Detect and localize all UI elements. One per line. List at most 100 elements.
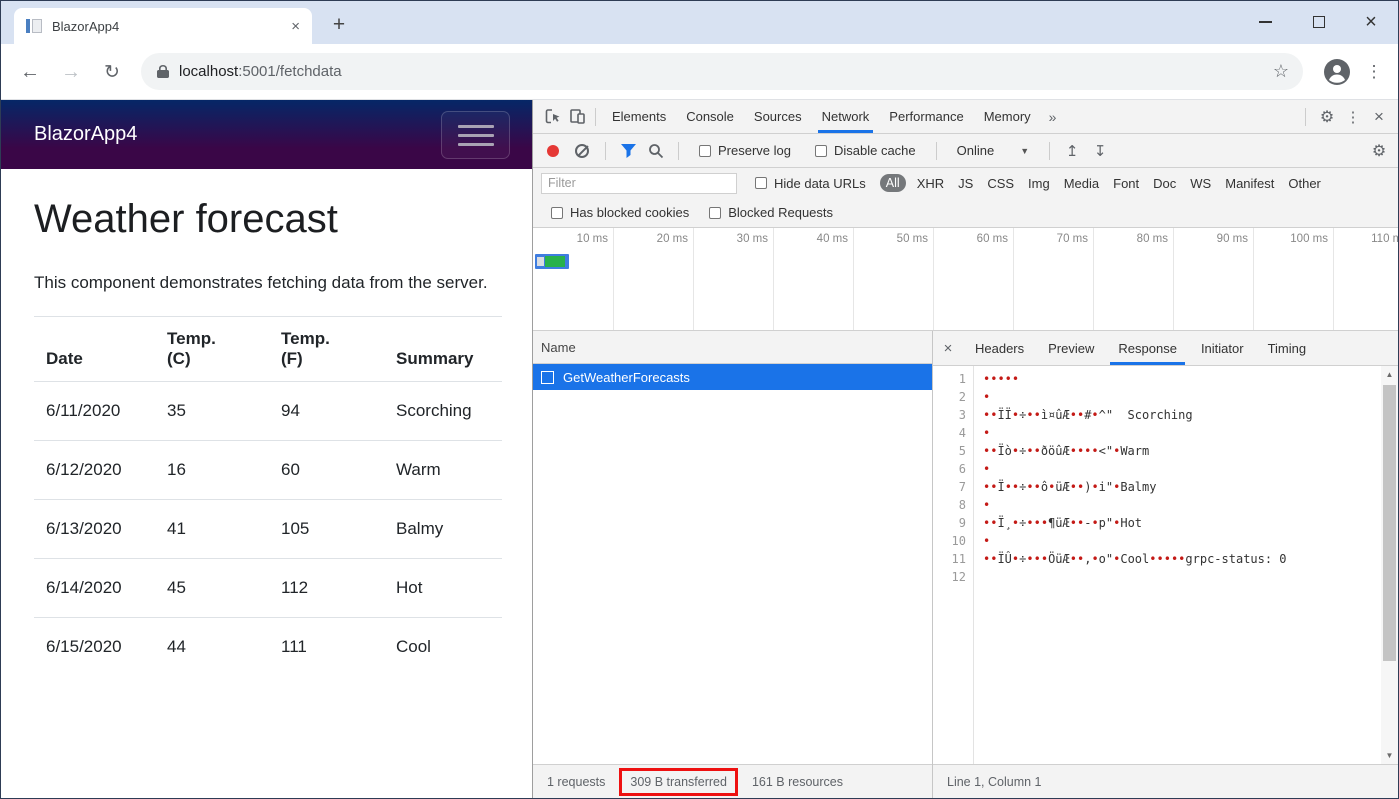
- back-button[interactable]: ←: [15, 57, 45, 87]
- import-har-icon[interactable]: ↥: [1060, 142, 1084, 160]
- checkbox-icon[interactable]: [755, 177, 767, 189]
- checkbox-icon[interactable]: [699, 145, 711, 157]
- clear-icon[interactable]: [575, 144, 589, 158]
- devtools-close-icon[interactable]: ×: [1368, 107, 1390, 127]
- filter-funnel-icon[interactable]: [616, 144, 640, 158]
- response-line: ••ÏÏ•÷••ì¤ûÆ••#•^" Scorching: [983, 406, 1381, 424]
- network-settings-icon[interactable]: ⚙: [1368, 141, 1390, 161]
- more-tabs-button[interactable]: »: [1041, 100, 1065, 133]
- browser-window: BlazorApp4 × + × ← → ↻ localhost:5001/fe…: [0, 0, 1399, 799]
- reload-button[interactable]: ↻: [97, 57, 127, 87]
- window-close-button[interactable]: ×: [1356, 9, 1386, 35]
- binary-byte-marker: •••: [1026, 516, 1048, 530]
- checkbox-icon[interactable]: [551, 207, 563, 219]
- line-number: 12: [933, 568, 973, 586]
- inspect-element-icon[interactable]: [541, 108, 565, 125]
- browser-toolbar: ← → ↻ localhost:5001/fetchdata ☆ ⋮: [1, 44, 1398, 100]
- blocked-requests-toggle[interactable]: Blocked Requests: [709, 205, 833, 220]
- devtools-tab-performance[interactable]: Performance: [879, 100, 973, 133]
- scrollbar-thumb[interactable]: [1383, 385, 1396, 661]
- browser-tab[interactable]: BlazorApp4 ×: [14, 8, 312, 44]
- response-tab-response[interactable]: Response: [1106, 331, 1189, 365]
- response-scrollbar[interactable]: ▲ ▼: [1381, 366, 1398, 764]
- filter-type-media[interactable]: Media: [1057, 176, 1106, 191]
- response-text: ðöûÆ: [1041, 444, 1070, 458]
- line-number: 11: [933, 550, 973, 568]
- binary-byte-marker: •••••: [1149, 552, 1185, 566]
- response-tab-headers[interactable]: Headers: [963, 331, 1036, 365]
- response-tab-initiator[interactable]: Initiator: [1189, 331, 1256, 365]
- scroll-up-icon[interactable]: ▲: [1381, 366, 1398, 383]
- response-tab-preview[interactable]: Preview: [1036, 331, 1106, 365]
- filter-type-other[interactable]: Other: [1281, 176, 1328, 191]
- window-maximize-button[interactable]: [1304, 9, 1334, 35]
- browser-menu-icon[interactable]: ⋮: [1364, 58, 1384, 86]
- checkbox-icon[interactable]: [709, 207, 721, 219]
- close-detail-icon[interactable]: ×: [933, 340, 963, 357]
- filter-type-ws[interactable]: WS: [1183, 176, 1218, 191]
- new-tab-button[interactable]: +: [325, 11, 353, 39]
- request-row[interactable]: GetWeatherForecasts: [533, 364, 932, 390]
- line-number: 7: [933, 478, 973, 496]
- table-cell: Warm: [384, 441, 502, 500]
- binary-byte-marker: ••: [983, 444, 997, 458]
- hide-data-urls-toggle[interactable]: Hide data URLs: [755, 176, 866, 191]
- filter-type-font[interactable]: Font: [1106, 176, 1146, 191]
- response-tabbar: × HeadersPreviewResponseInitiatorTiming: [933, 331, 1398, 366]
- throttling-dropdown[interactable]: Online ▼: [957, 143, 1030, 158]
- filter-type-xhr[interactable]: XHR: [910, 176, 951, 191]
- address-bar[interactable]: localhost:5001/fetchdata ☆: [141, 53, 1303, 90]
- export-har-icon[interactable]: ↧: [1088, 142, 1112, 160]
- binary-byte-marker: ••••: [1070, 444, 1099, 458]
- timeline-gridline: [1333, 228, 1334, 330]
- window-minimize-button[interactable]: [1250, 9, 1280, 35]
- filter-type-all[interactable]: All: [880, 174, 906, 192]
- devtools-tab-network[interactable]: Network: [812, 100, 880, 133]
- scroll-down-icon[interactable]: ▼: [1381, 747, 1398, 764]
- table-row: 6/13/202041105Balmy: [34, 500, 502, 559]
- line-number: 5: [933, 442, 973, 460]
- browser-titlebar: BlazorApp4 × + ×: [1, 1, 1398, 44]
- devtools-tab-console[interactable]: Console: [676, 100, 744, 133]
- binary-byte-marker: •: [983, 462, 990, 476]
- response-tab-timing[interactable]: Timing: [1256, 331, 1319, 365]
- record-button[interactable]: [547, 145, 559, 157]
- filter-type-doc[interactable]: Doc: [1146, 176, 1183, 191]
- devtools-tab-elements[interactable]: Elements: [602, 100, 676, 133]
- disable-cache-toggle[interactable]: Disable cache: [815, 143, 916, 158]
- filter-input[interactable]: [541, 173, 737, 194]
- timeline-label: 80 ms: [1098, 233, 1168, 245]
- network-overview-timeline[interactable]: 10 ms20 ms30 ms40 ms50 ms60 ms70 ms80 ms…: [533, 228, 1398, 331]
- table-cell: Scorching: [384, 382, 502, 441]
- devtools-tab-sources[interactable]: Sources: [744, 100, 812, 133]
- navbar-toggler-button[interactable]: [441, 111, 510, 159]
- filter-type-js[interactable]: JS: [951, 176, 980, 191]
- response-text: ì¤ûÆ: [1041, 408, 1070, 422]
- response-text: Balmy: [1120, 480, 1156, 494]
- url-text[interactable]: localhost:5001/fetchdata: [179, 63, 1273, 80]
- response-body[interactable]: 123456789101112 ••••••••ÏÏ•÷••ì¤ûÆ••#•^"…: [933, 366, 1381, 764]
- tab-close-icon[interactable]: ×: [291, 18, 300, 35]
- binary-byte-marker: ••: [1070, 480, 1084, 494]
- profile-avatar[interactable]: [1324, 59, 1350, 85]
- divider: [1305, 108, 1306, 126]
- has-blocked-cookies-toggle[interactable]: Has blocked cookies: [551, 205, 689, 220]
- request-list-name-header[interactable]: Name: [533, 331, 932, 364]
- response-text: Ï¸: [997, 516, 1011, 530]
- filter-type-css[interactable]: CSS: [980, 176, 1021, 191]
- binary-byte-marker: •: [983, 534, 990, 548]
- device-toolbar-icon[interactable]: [565, 108, 589, 125]
- response-line: •: [983, 460, 1381, 478]
- table-cell: 105: [269, 500, 384, 559]
- app-brand[interactable]: BlazorApp4: [34, 123, 137, 146]
- filter-type-img[interactable]: Img: [1021, 176, 1057, 191]
- filter-type-manifest[interactable]: Manifest: [1218, 176, 1281, 191]
- preserve-log-toggle[interactable]: Preserve log: [699, 143, 791, 158]
- request-name: GetWeatherForecasts: [563, 370, 690, 385]
- search-icon[interactable]: [644, 143, 668, 159]
- devtools-menu-icon[interactable]: ⋮: [1342, 108, 1364, 126]
- checkbox-icon[interactable]: [815, 145, 827, 157]
- devtools-tab-memory[interactable]: Memory: [974, 100, 1041, 133]
- devtools-settings-icon[interactable]: ⚙: [1316, 107, 1338, 127]
- bookmark-star-icon[interactable]: ☆: [1273, 61, 1289, 82]
